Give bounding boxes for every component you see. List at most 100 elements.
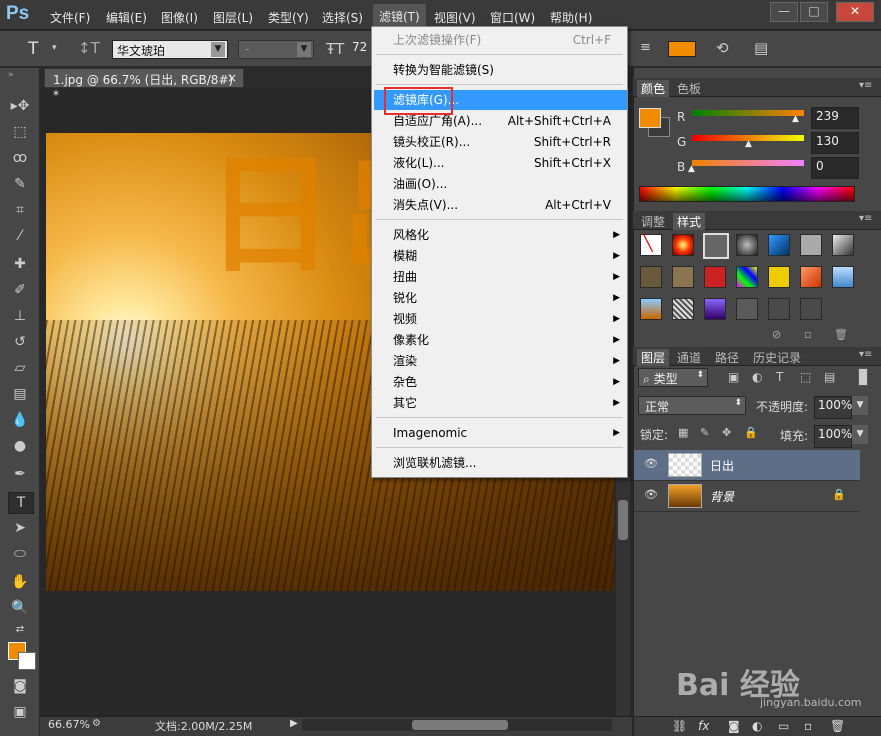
menu-select[interactable]: 选择(S) (322, 9, 363, 26)
tab-channels[interactable]: 通道 (673, 349, 705, 366)
quick-select-tool-icon[interactable]: ✎ (8, 174, 32, 194)
style-none-swatch[interactable]: ╲ (640, 233, 662, 256)
style-swatch[interactable] (640, 266, 662, 288)
visibility-eye-icon[interactable]: 👁 (644, 488, 658, 501)
background-color-swatch[interactable] (18, 652, 36, 670)
chevron-down-icon[interactable]: ▼ (852, 396, 868, 415)
smart-object-filter-icon[interactable]: ▤ (824, 370, 835, 384)
type-tool-icon[interactable]: T (28, 39, 38, 59)
healing-brush-tool-icon[interactable]: ✚ (8, 254, 32, 274)
tab-layers[interactable]: 图层 (637, 349, 670, 366)
collapse-icon[interactable]: » (8, 70, 14, 80)
move-tool-icon[interactable]: ▸✥ (8, 96, 32, 116)
pixel-layer-filter-icon[interactable]: ▣ (728, 370, 739, 384)
menu-item-render[interactable]: 渲染 ▶ (372, 351, 627, 371)
style-swatch-selected[interactable] (703, 233, 729, 259)
lock-image-icon[interactable]: ✎ (700, 426, 709, 439)
style-swatch[interactable] (832, 234, 854, 256)
fill-field[interactable]: 100% (814, 425, 852, 448)
status-menu-arrow-icon[interactable]: ▶ (290, 718, 298, 729)
character-panel-icon[interactable]: ▤ (754, 39, 768, 57)
justify-icon[interactable]: ≡ (640, 40, 651, 55)
style-swatch[interactable] (672, 298, 694, 320)
menu-item-browse-online-filters[interactable]: 浏览联机滤镜... (372, 453, 627, 473)
style-swatch[interactable] (704, 266, 726, 288)
style-swatch[interactable] (672, 266, 694, 288)
red-slider[interactable] (692, 110, 804, 116)
zoom-level[interactable]: 66.67% (48, 718, 90, 731)
red-slider-thumb-icon[interactable]: ▲ (792, 114, 799, 124)
style-swatch[interactable] (704, 298, 726, 320)
screen-mode-icon[interactable]: ▣ (8, 702, 32, 722)
new-style-icon[interactable]: ▫ (804, 328, 811, 341)
swap-colors-icon[interactable]: ⇄ (8, 620, 32, 640)
style-swatch[interactable] (736, 298, 758, 320)
new-layer-icon[interactable]: ▫ (804, 719, 812, 733)
blue-slider-thumb-icon[interactable]: ▲ (688, 164, 695, 174)
menu-item-convert-smart-filter[interactable]: 转换为智能滤镜(S) (372, 60, 627, 80)
tab-swatches[interactable]: 色板 (673, 80, 705, 97)
menu-layer[interactable]: 图层(L) (213, 9, 253, 26)
delete-style-icon[interactable]: 🗑 (834, 328, 848, 341)
menu-item-noise[interactable]: 杂色 ▶ (372, 372, 627, 392)
horizontal-scroll-thumb[interactable] (412, 720, 508, 730)
style-swatch[interactable] (768, 234, 790, 256)
chevron-down-icon[interactable]: ▼ (852, 425, 868, 444)
menu-item-pixelate[interactable]: 像素化 ▶ (372, 330, 627, 350)
style-swatch[interactable] (832, 266, 854, 288)
delete-layer-icon[interactable]: 🗑 (830, 719, 845, 733)
visibility-eye-icon[interactable]: 👁 (644, 457, 658, 470)
menu-item-other[interactable]: 其它 ▶ (372, 393, 627, 413)
eraser-tool-icon[interactable]: ▱ (8, 358, 32, 378)
menu-help[interactable]: 帮助(H) (550, 9, 592, 26)
lasso-tool-icon[interactable]: ꝏ (8, 148, 32, 168)
menu-item-video[interactable]: 视频 ▶ (372, 309, 627, 329)
adjustment-layer-icon[interactable]: ◐ (752, 719, 762, 733)
font-style-select[interactable]: - ▼ (238, 40, 314, 59)
lock-transparent-icon[interactable]: ▦ (678, 426, 688, 439)
menu-item-imagenomic[interactable]: Imagenomic ▶ (372, 423, 627, 443)
gradient-tool-icon[interactable]: ▤ (8, 384, 32, 404)
blur-tool-icon[interactable]: 💧 (8, 410, 32, 430)
green-value[interactable]: 130 (811, 132, 859, 154)
clear-style-icon[interactable]: ⊘ (772, 328, 781, 341)
panel-menu-icon[interactable]: ▾≡ (855, 80, 876, 91)
menu-item-lens-correction[interactable]: 镜头校正(R)... Shift+Ctrl+R (372, 132, 627, 152)
marquee-tool-icon[interactable]: ⬚ (8, 122, 32, 142)
style-swatch[interactable] (736, 266, 758, 288)
menu-edit[interactable]: 编辑(E) (106, 9, 147, 26)
tab-styles[interactable]: 样式 (673, 213, 706, 230)
opacity-field[interactable]: 100% (814, 396, 852, 419)
adjustment-layer-filter-icon[interactable]: ◐ (752, 370, 762, 384)
tab-adjustments[interactable]: 调整 (637, 213, 669, 230)
close-tab-icon[interactable]: × (227, 71, 237, 85)
font-family-select[interactable]: 华文琥珀 ▼ (112, 40, 228, 59)
menu-item-oil-paint[interactable]: 油画(O)... (372, 174, 627, 194)
panel-menu-icon[interactable]: ▾≡ (855, 213, 876, 224)
style-swatch[interactable] (768, 298, 790, 320)
panel-menu-icon[interactable]: ▾≡ (855, 349, 876, 360)
zoom-tool-icon[interactable]: 🔍 (8, 598, 32, 618)
maximize-icon[interactable]: □ (800, 2, 828, 22)
menu-image[interactable]: 图像(I) (161, 9, 198, 26)
document-tab[interactable]: 1.jpg @ 66.7% (日出, RGB/8#) * × (44, 68, 244, 102)
layer-row-sunrise[interactable]: 👁 日出 (634, 450, 860, 481)
tab-history[interactable]: 历史记录 (749, 349, 805, 366)
style-swatch[interactable] (800, 266, 822, 288)
tool-preset-chevron-icon[interactable]: ▾ (52, 43, 57, 53)
menu-item-vanishing-point[interactable]: 消失点(V)... Alt+Ctrl+V (372, 195, 627, 215)
new-group-icon[interactable]: ▭ (778, 719, 789, 733)
menu-item-distort[interactable]: 扭曲 ▶ (372, 267, 627, 287)
layer-filter-kind-select[interactable]: ⌕ 类型 ⬍ (638, 368, 708, 387)
minimize-icon[interactable]: — (770, 2, 798, 22)
filter-toggle-switch[interactable] (858, 368, 868, 386)
warp-text-icon[interactable]: ⟲ (716, 39, 729, 57)
quick-mask-icon[interactable]: ◙ (8, 676, 32, 696)
crop-tool-icon[interactable]: ⌗ (8, 200, 32, 220)
add-mask-icon[interactable]: ◙ (728, 719, 740, 733)
dodge-tool-icon[interactable]: ● (8, 436, 32, 456)
menu-type[interactable]: 类型(Y) (268, 9, 309, 26)
color-spectrum-bar[interactable] (639, 186, 855, 202)
menu-item-stylize[interactable]: 风格化 ▶ (372, 225, 627, 245)
tab-color[interactable]: 颜色 (637, 80, 670, 97)
